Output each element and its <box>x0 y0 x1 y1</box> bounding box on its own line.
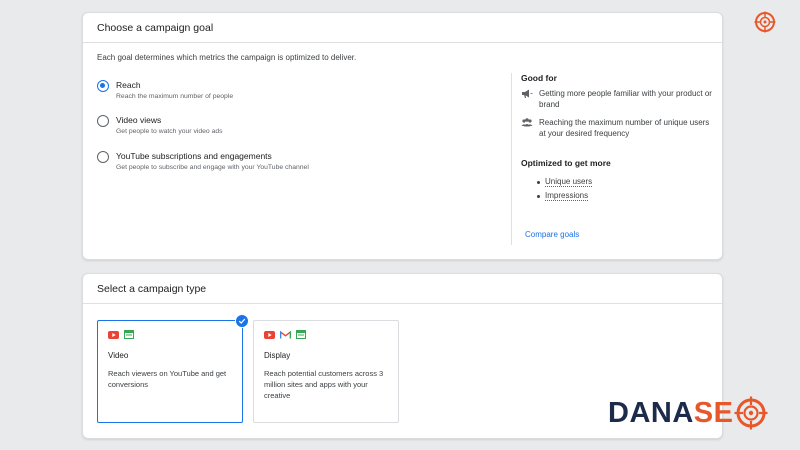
goal-option-youtube-subscriptions[interactable]: YouTube subscriptions and engagements Ge… <box>97 150 309 171</box>
danaseo-watermark: DANASE <box>608 393 768 433</box>
optimized-heading: Optimized to get more <box>521 158 611 168</box>
tile-icons <box>264 329 388 341</box>
reach-radio[interactable] <box>97 80 109 92</box>
display-icon <box>124 326 134 344</box>
logo-se: SE <box>693 397 734 429</box>
tile-title: Display <box>264 351 291 360</box>
goal-option-label: Reach <box>116 80 141 90</box>
youtube-subscriptions-radio[interactable] <box>97 151 109 163</box>
goal-option-reach[interactable]: Reach Reach the maximum number of people <box>97 79 233 100</box>
good-for-heading: Good for <box>521 73 557 83</box>
compare-goals-link[interactable]: Compare goals <box>525 230 579 239</box>
goal-option-video-views[interactable]: Video views Get people to watch your vid… <box>97 114 223 135</box>
goal-option-sub: Get people to watch your video ads <box>116 128 223 135</box>
tile-title: Video <box>108 351 129 360</box>
metric-unique-users[interactable]: Unique users <box>545 177 593 187</box>
goal-option-label: Video views <box>116 115 162 125</box>
check-icon <box>235 314 249 328</box>
people-icon <box>521 117 533 128</box>
logo-text: DANASE <box>608 393 733 433</box>
good-for-text: Reaching the maximum number of unique us… <box>539 118 710 138</box>
goal-card-title: Choose a campaign goal <box>83 13 722 43</box>
megaphone-icon <box>521 88 533 99</box>
video-views-radio[interactable] <box>97 115 109 127</box>
logo-dana: DANA <box>608 397 694 429</box>
goal-option-sub: Get people to subscribe and engage with … <box>116 164 309 171</box>
type-card-title: Select a campaign type <box>83 274 722 304</box>
display-icon <box>296 326 306 344</box>
youtube-icon <box>108 326 119 344</box>
bullet <box>537 180 540 184</box>
target-logo-icon <box>734 396 768 430</box>
goal-option-sub: Reach the maximum number of people <box>116 93 234 100</box>
good-for-text: Getting more people familiar with your p… <box>539 89 712 109</box>
good-for-item: Reaching the maximum number of unique us… <box>521 117 716 139</box>
youtube-icon <box>264 326 275 344</box>
tile-desc: Reach viewers on YouTube and get convers… <box>108 369 227 389</box>
metric-item: Unique users <box>537 177 716 187</box>
good-for-item: Getting more people familiar with your p… <box>521 88 716 110</box>
goal-description: Each goal determines which metrics the c… <box>97 53 357 62</box>
bullet <box>537 194 540 198</box>
metric-item: Impressions <box>537 191 716 201</box>
metric-impressions[interactable]: Impressions <box>545 191 589 201</box>
tile-desc: Reach potential customers across 3 milli… <box>264 369 384 400</box>
campaign-goal-card: Choose a campaign goal Each goal determi… <box>82 12 723 260</box>
goal-divider <box>511 73 512 245</box>
campaign-type-video[interactable]: Video Reach viewers on YouTube and get c… <box>97 314 249 423</box>
corner-target-logo-icon <box>754 11 776 33</box>
tile-icons <box>108 329 232 341</box>
campaign-type-display[interactable]: Display Reach potential customers across… <box>253 320 399 423</box>
goal-info-panel: Good for Getting more people familiar wi… <box>521 73 716 201</box>
gmail-icon <box>279 326 292 344</box>
goal-option-label: YouTube subscriptions and engagements <box>116 151 272 161</box>
